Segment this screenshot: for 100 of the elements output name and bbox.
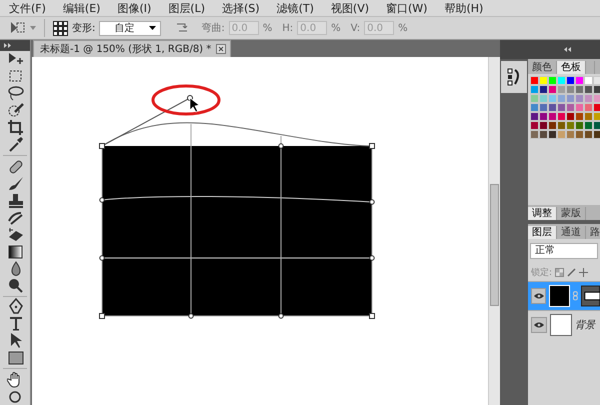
color-swatch[interactable] [548, 85, 557, 94]
warp-grid-icon[interactable] [53, 20, 68, 36]
color-swatch[interactable] [530, 112, 539, 121]
color-swatch[interactable] [539, 121, 548, 130]
color-swatch[interactable] [593, 76, 600, 85]
warp-style-dropdown[interactable]: 自定 [99, 20, 162, 36]
document-tab[interactable]: 未标题-1 @ 150% (形状 1, RGB/8) * [33, 40, 232, 57]
history-panel-icon [507, 67, 521, 87]
color-swatch[interactable] [548, 94, 557, 103]
pen-tool-icon[interactable] [6, 298, 24, 316]
blend-mode-dropdown[interactable]: 正常 [530, 243, 598, 259]
menu-item[interactable]: 滤镜(T) [272, 0, 320, 16]
color-swatch[interactable] [539, 103, 548, 112]
menu-item[interactable]: 图像(I) [112, 0, 158, 16]
color-swatch[interactable] [566, 130, 575, 139]
menu-item[interactable]: 编辑(E) [58, 0, 106, 16]
color-swatch[interactable] [557, 121, 566, 130]
color-swatch[interactable] [530, 121, 539, 130]
dock-button[interactable] [501, 61, 527, 93]
menu-item[interactable]: 图层(L) [163, 0, 212, 16]
color-swatch[interactable] [557, 94, 566, 103]
menu-item[interactable]: 文件(F) [4, 0, 52, 16]
scrollbar[interactable] [488, 57, 500, 405]
color-swatch[interactable] [584, 121, 593, 130]
tool-preset-icon[interactable] [8, 20, 26, 36]
color-swatch[interactable] [584, 94, 593, 103]
color-swatch[interactable] [584, 130, 593, 139]
color-swatch[interactable] [593, 103, 600, 112]
panel-tab[interactable]: 调整 [528, 207, 557, 220]
visibility-toggle[interactable] [531, 288, 546, 304]
collapse-icon[interactable] [564, 47, 572, 52]
color-swatch[interactable] [584, 85, 593, 94]
link-icon [573, 291, 578, 301]
color-swatch[interactable] [566, 94, 575, 103]
color-swatch[interactable] [539, 112, 548, 121]
color-swatch[interactable] [530, 76, 539, 85]
color-swatch[interactable] [584, 112, 593, 121]
color-swatch[interactable] [593, 112, 600, 121]
color-swatch[interactable] [548, 130, 557, 139]
color-swatch[interactable] [593, 94, 600, 103]
layer-row[interactable]: 背景 [528, 310, 600, 339]
color-swatch[interactable] [575, 94, 584, 103]
color-swatch[interactable] [575, 130, 584, 139]
lasso-tool-icon[interactable] [6, 85, 24, 102]
expand-icon[interactable] [4, 43, 12, 48]
color-swatch[interactable] [575, 76, 584, 85]
color-swatch[interactable] [566, 85, 575, 94]
quick-select-tool-icon[interactable] [6, 102, 24, 120]
panel-tab[interactable]: 图层 [528, 226, 557, 239]
color-swatch[interactable] [539, 76, 548, 85]
scrollbar-thumb[interactable] [490, 184, 499, 306]
color-swatch[interactable] [566, 76, 575, 85]
unit-label: % [262, 22, 272, 34]
color-swatch[interactable] [557, 76, 566, 85]
color-swatch[interactable] [548, 76, 557, 85]
stamp-tool-icon[interactable] [6, 192, 24, 209]
close-icon[interactable] [216, 44, 226, 54]
color-swatch[interactable] [530, 85, 539, 94]
eyedropper-tool-icon[interactable] [6, 136, 24, 154]
color-swatch[interactable] [566, 103, 575, 112]
color-swatch[interactable] [566, 121, 575, 130]
color-swatch[interactable] [575, 85, 584, 94]
color-swatch[interactable] [575, 103, 584, 112]
lock-transparency-icon[interactable] [555, 268, 564, 276]
color-swatch[interactable] [557, 103, 566, 112]
rectangle-tool-icon[interactable] [6, 349, 24, 366]
color-swatch[interactable] [539, 85, 548, 94]
color-swatch[interactable] [584, 103, 593, 112]
caret-icon[interactable] [149, 26, 156, 30]
brush-icon[interactable] [567, 268, 576, 276]
color-swatch[interactable] [557, 85, 566, 94]
color-swatch[interactable] [584, 76, 593, 85]
color-swatch[interactable] [539, 94, 548, 103]
color-swatch[interactable] [548, 112, 557, 121]
layer-row[interactable] [528, 281, 600, 310]
gradient-tool-icon[interactable] [6, 242, 24, 260]
color-swatch[interactable] [548, 103, 557, 112]
color-swatch[interactable] [557, 130, 566, 139]
eraser-tool-icon[interactable] [6, 226, 24, 243]
color-swatch[interactable] [593, 85, 600, 94]
color-swatch[interactable] [530, 130, 539, 139]
color-swatch[interactable] [539, 130, 548, 139]
menu-item[interactable]: 选择(S) [217, 0, 266, 16]
menu-item[interactable]: 帮助(H) [439, 0, 490, 16]
color-swatch[interactable] [557, 112, 566, 121]
color-swatch[interactable] [566, 112, 575, 121]
menu-item[interactable]: 视图(V) [326, 0, 376, 16]
panel-tab[interactable]: 色板 [557, 61, 586, 74]
color-swatch[interactable] [593, 121, 600, 130]
visibility-toggle[interactable] [531, 317, 547, 333]
crop-tool-icon[interactable] [6, 119, 24, 136]
menu-item[interactable]: 窗口(W) [381, 0, 434, 16]
color-swatch[interactable] [530, 103, 539, 112]
color-swatch[interactable] [593, 130, 600, 139]
color-swatch[interactable] [575, 121, 584, 130]
color-swatch[interactable] [530, 94, 539, 103]
move-icon[interactable] [579, 268, 588, 276]
dodge-tool-icon[interactable] [6, 276, 24, 294]
color-swatch[interactable] [548, 121, 557, 130]
color-swatch[interactable] [575, 112, 584, 121]
